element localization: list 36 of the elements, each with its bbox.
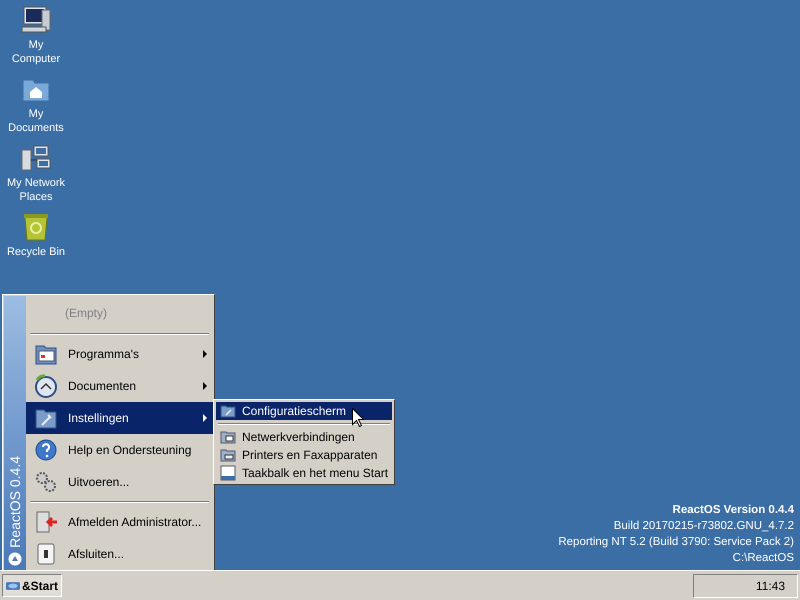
desktop-icon-label[interactable]: My Computer xyxy=(6,38,66,66)
menu-item[interactable]: Documenten xyxy=(26,370,213,402)
start-button[interactable]: &Start xyxy=(2,574,62,597)
network-folder-icon xyxy=(220,429,236,445)
menu-item[interactable]: Help en Ondersteuning xyxy=(26,434,213,466)
menu-item[interactable]: Instellingen xyxy=(26,402,213,434)
menu-item[interactable]: Programma's xyxy=(26,338,213,370)
folder-tools-icon xyxy=(220,403,236,419)
desktop-icon-label[interactable]: Recycle Bin xyxy=(6,245,66,259)
taskbar-window-icon xyxy=(220,465,236,481)
mouse-cursor-icon xyxy=(352,408,364,427)
submenu-item[interactable]: Configuratiescherm xyxy=(216,402,392,420)
help-icon xyxy=(34,438,58,462)
submenu-arrow-icon xyxy=(203,382,207,390)
clock-icon xyxy=(34,374,58,398)
menu-item[interactable]: Afmelden Administrator... xyxy=(26,506,213,538)
submenu-item[interactable]: Netwerkverbindingen xyxy=(216,428,392,446)
version-line: Reporting NT 5.2 (Build 3790: Service Pack 2) xyxy=(558,535,794,550)
desktop-icon-label[interactable]: My Documents xyxy=(6,107,66,135)
menu-item[interactable]: Afsluiten... xyxy=(26,538,213,570)
version-line: Build 20170215-r73802.GNU_4.7.2 xyxy=(612,519,794,534)
empty-label: (Empty) xyxy=(65,305,107,322)
door-arrow-icon xyxy=(34,510,58,534)
printer-folder-icon xyxy=(220,447,236,463)
banner-text: ReactOS 0.4.4 xyxy=(6,456,24,548)
version-line: C:\ReactOS xyxy=(732,551,794,566)
submenu-item[interactable]: Printers en Faxapparaten xyxy=(216,446,392,464)
menu-item[interactable]: Uitvoeren... xyxy=(26,466,213,498)
gears-icon xyxy=(34,470,58,494)
version-title: ReactOS Version 0.4.4 xyxy=(672,503,794,518)
submenu-arrow-icon xyxy=(203,350,207,358)
submenu-item[interactable]: Taakbalk en het menu Start xyxy=(216,464,392,482)
submenu-arrow-icon xyxy=(203,414,207,422)
clock: 11:43 xyxy=(693,574,798,598)
desktop-icon-label[interactable]: My Network Places xyxy=(6,176,66,204)
logo-icon xyxy=(8,552,22,566)
